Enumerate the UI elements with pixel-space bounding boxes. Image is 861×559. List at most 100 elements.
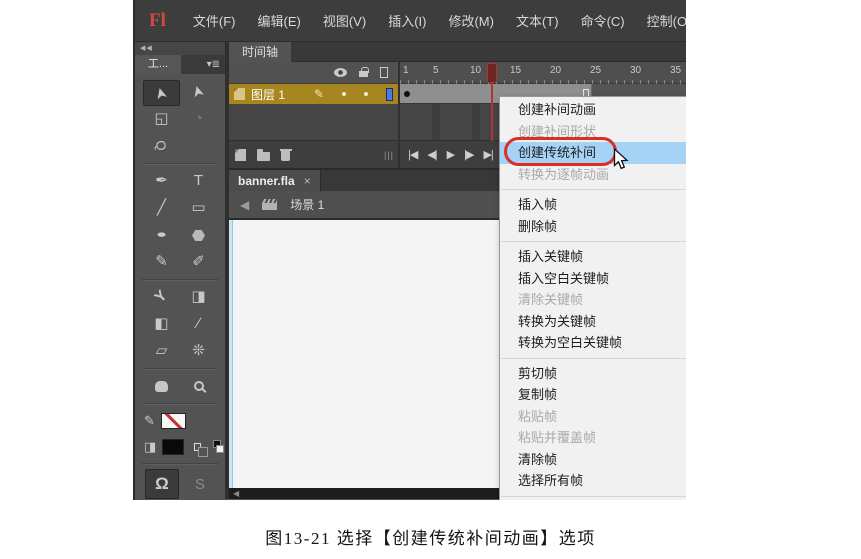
- context-menu-item[interactable]: 插入空白关键帧: [500, 268, 686, 290]
- eraser-tool[interactable]: ▱: [143, 338, 180, 365]
- menubar-item[interactable]: 插入(I): [377, 11, 437, 30]
- ruler-number: 35: [670, 65, 681, 76]
- visibility-column-icon[interactable]: [334, 68, 347, 77]
- context-menu-item-label: 删除帧: [518, 219, 557, 234]
- fill-color-swatch[interactable]: [162, 439, 184, 455]
- panel-collapse-bar[interactable]: ◀◀: [135, 42, 225, 55]
- tools-panel: ◀◀ 工... ▾≣ ➤ ➤ ◱ ◔ Q: [135, 42, 229, 499]
- keyframe-dot: [404, 91, 410, 97]
- tools-separator: [142, 368, 218, 370]
- menubar-item[interactable]: 文件(F): [182, 11, 247, 30]
- context-menu-item[interactable]: 插入关键帧: [500, 246, 686, 268]
- eyedropper-tool[interactable]: ∕: [180, 311, 217, 338]
- context-menu-item[interactable]: 清除帧: [500, 449, 686, 471]
- layer-name[interactable]: 图层 1: [251, 86, 285, 103]
- new-layer-button[interactable]: [235, 149, 246, 161]
- go-to-last-frame-button[interactable]: ▶|: [483, 148, 492, 161]
- line-tool[interactable]: ╱: [143, 195, 180, 222]
- ruler-number: 25: [590, 65, 601, 76]
- zoom-tool-icon: [194, 381, 204, 391]
- step-back-button[interactable]: ◀|: [427, 148, 436, 161]
- go-to-first-frame-button[interactable]: |◀: [408, 148, 417, 161]
- subselection-tool[interactable]: ➤: [180, 79, 217, 106]
- paint-bucket-tool[interactable]: ◨: [180, 284, 217, 311]
- polystar-tool[interactable]: [180, 222, 217, 249]
- lasso-tool[interactable]: Q: [143, 133, 180, 160]
- step-forward-button[interactable]: |▶: [464, 148, 473, 161]
- zoom-tool[interactable]: [180, 373, 217, 400]
- context-menu-item[interactable]: 转换为逐帧动画: [500, 164, 686, 186]
- 3d-rotation-tool[interactable]: ◔: [180, 106, 217, 133]
- context-menu-item[interactable]: 转换为空白关键帧: [500, 332, 686, 354]
- context-menu-item-label: 插入空白关键帧: [518, 271, 609, 286]
- menubar-items: 文件(F)编辑(E)视图(V)插入(I)修改(M)文本(T)命令(C)控制(O)…: [182, 11, 686, 30]
- context-menu-item[interactable]: 剪切帧: [500, 363, 686, 385]
- stroke-color-swatch[interactable]: [161, 413, 186, 429]
- context-menu-item[interactable]: 删除帧: [500, 216, 686, 238]
- tab-timeline[interactable]: 时间轴: [229, 42, 291, 62]
- oval-tool[interactable]: ●: [143, 222, 180, 249]
- layer-lock-dot[interactable]: [364, 92, 368, 96]
- context-menu-item[interactable]: 转换为关键帧: [500, 311, 686, 333]
- scene-clapperboard-icon: [262, 199, 277, 210]
- context-menu-item[interactable]: 创建补间形状: [500, 121, 686, 143]
- layer-visible-dot[interactable]: [342, 92, 346, 96]
- rectangle-tool[interactable]: ▭: [180, 195, 217, 222]
- menubar-item[interactable]: 控制(O): [636, 11, 686, 30]
- spray-brush-tool[interactable]: ❊: [180, 338, 217, 365]
- context-menu-item[interactable]: 复制帧: [500, 384, 686, 406]
- outline-column-icon[interactable]: [380, 67, 388, 78]
- hand-tool-icon: [155, 381, 168, 392]
- menubar-item[interactable]: 编辑(E): [247, 11, 312, 30]
- smooth-option-icon[interactable]: S: [195, 476, 205, 493]
- frame-context-menu: 创建补间动画 创建补间形状 创建传统补间 转换为逐帧动画 插入帧 删除帧: [499, 96, 686, 500]
- back-button[interactable]: ◀: [240, 198, 249, 212]
- context-menu-item[interactable]: 插入帧: [500, 194, 686, 216]
- play-button[interactable]: ▶: [447, 148, 454, 161]
- lock-column-icon[interactable]: [359, 71, 368, 77]
- tab-tools[interactable]: 工...: [135, 55, 181, 74]
- pencil-tool[interactable]: ✎: [143, 249, 180, 276]
- scene-label[interactable]: 场景 1: [290, 196, 324, 213]
- selection-tool[interactable]: ➤: [143, 80, 180, 106]
- menubar-item[interactable]: 命令(C): [570, 11, 636, 30]
- brush-tool[interactable]: ✐: [180, 249, 217, 276]
- subselection-tool-icon: ➤: [185, 82, 212, 101]
- playhead-marker[interactable]: [487, 63, 497, 83]
- scroll-left-arrow-icon: ◀: [233, 489, 239, 498]
- layer-row[interactable]: 图层 1 ✎: [229, 84, 398, 104]
- layer-outline-color-swatch: [386, 88, 393, 101]
- tab-document[interactable]: banner.fla ×: [229, 170, 321, 191]
- menubar-item[interactable]: 修改(M): [437, 11, 505, 30]
- hand-tool[interactable]: [143, 373, 180, 400]
- context-menu-item[interactable]: 创建传统补间: [500, 142, 686, 164]
- close-document-icon[interactable]: ×: [304, 174, 311, 188]
- context-menu-item-label: 插入关键帧: [518, 249, 583, 264]
- context-menu-item[interactable]: 选择所有帧: [500, 470, 686, 492]
- flash-app-window: Fl 文件(F)编辑(E)视图(V)插入(I)修改(M)文本(T)命令(C)控制…: [133, 0, 686, 500]
- snap-to-objects-button[interactable]: Ω: [145, 469, 179, 499]
- paint-bucket-tool-icon: ◨: [191, 288, 205, 305]
- context-menu-item-label: 复制帧: [518, 387, 557, 402]
- context-menu-item[interactable]: 粘贴并覆盖帧: [500, 427, 686, 449]
- app-logo: Fl: [149, 10, 166, 32]
- free-transform-tool[interactable]: ◱: [143, 106, 180, 133]
- context-menu-item[interactable]: 创建补间动画: [500, 99, 686, 121]
- eraser-tool-icon: ▱: [156, 342, 168, 359]
- ink-bottle-tool[interactable]: ◧: [143, 311, 180, 338]
- menubar-item[interactable]: 文本(T): [505, 11, 570, 30]
- delete-layer-button[interactable]: [281, 151, 290, 161]
- bone-tool[interactable]: Y: [143, 284, 180, 311]
- black-white-colors-icon[interactable]: [194, 443, 201, 451]
- panel-menu-icon[interactable]: ▾≣: [207, 55, 225, 74]
- context-menu-item[interactable]: 清除关键帧: [500, 289, 686, 311]
- column-resize-handle[interactable]: |||: [384, 150, 394, 160]
- new-folder-button[interactable]: [257, 152, 270, 161]
- text-tool[interactable]: T: [180, 168, 217, 195]
- swap-colors-icon[interactable]: [213, 440, 225, 454]
- context-menu-item-label: 粘贴帧: [518, 409, 557, 424]
- menubar-item[interactable]: 视图(V): [312, 11, 377, 30]
- context-menu-item[interactable]: 粘贴帧: [500, 406, 686, 428]
- pen-tool[interactable]: ✒: [143, 168, 180, 195]
- document-tab-label: banner.fla: [238, 174, 295, 188]
